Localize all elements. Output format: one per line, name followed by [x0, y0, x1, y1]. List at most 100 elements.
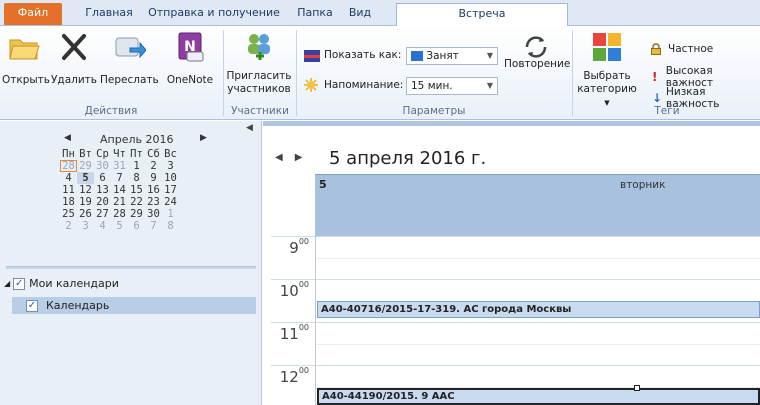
calendar-day[interactable]: 7 [145, 220, 162, 232]
calendar-day[interactable]: 31 [111, 160, 128, 172]
ribbon-separator [572, 30, 573, 116]
prev-day-icon[interactable]: ◀ [275, 152, 295, 163]
tab-file[interactable]: Файл [4, 3, 62, 25]
calendar-day[interactable]: 11 [60, 184, 77, 196]
calendar-day[interactable]: 4 [60, 172, 77, 184]
calendar-day[interactable]: 18 [60, 196, 77, 208]
day-header[interactable]: 5 вторник [315, 174, 760, 236]
next-month-icon[interactable]: ▶ [200, 133, 207, 143]
show-as-dropdown[interactable]: Занят ▼ [406, 47, 498, 65]
calendar-day-selected[interactable]: 5 [77, 172, 94, 184]
calendar-day[interactable]: 29 [77, 160, 94, 172]
calendar-event[interactable]: А40-40716/2015-17-319. АС города Москвы [317, 301, 760, 318]
onenote-button[interactable]: N OneNote [160, 30, 220, 87]
my-calendars-checkbox[interactable]: ✓ [13, 277, 26, 290]
calendar-day[interactable]: 29 [128, 208, 145, 220]
calendar-day[interactable]: 13 [94, 184, 111, 196]
calendar-day[interactable]: 25 [60, 208, 77, 220]
weekday: Сб [147, 148, 160, 160]
calendar-day[interactable]: 3 [77, 220, 94, 232]
delete-button[interactable]: Удалить [50, 30, 98, 87]
chevron-down-icon: ▼ [486, 81, 493, 90]
calendar-day[interactable]: 27 [94, 208, 111, 220]
calendar-checkbox[interactable]: ✓ [26, 299, 38, 312]
half-hour-line [315, 258, 760, 259]
private-toggle[interactable]: Частное [650, 43, 713, 55]
ribbon-tabbar: Файл Главная Отправка и получение Папка … [0, 0, 760, 27]
recurrence-label: Повторение [504, 58, 571, 70]
calendar-day[interactable]: 30 [145, 208, 162, 220]
calendar-day[interactable]: 8 [128, 172, 145, 184]
weekday: Чт [113, 148, 126, 160]
weekday: Ср [96, 148, 109, 160]
calendar-day[interactable]: 23 [145, 196, 162, 208]
calendar-day[interactable]: 24 [162, 196, 179, 208]
calendar-day[interactable]: 26 [77, 208, 94, 220]
next-day-icon[interactable]: ▶ [295, 152, 315, 163]
calendar-day[interactable]: 3 [162, 160, 179, 172]
calendar-day[interactable]: 30 [94, 160, 111, 172]
tab-folder[interactable]: Папка [294, 3, 336, 25]
calendar-day[interactable]: 6 [94, 172, 111, 184]
reminder-dropdown[interactable]: 15 мин. ▼ [406, 77, 498, 95]
calendar-day[interactable]: 16 [145, 184, 162, 196]
delete-label: Удалить [51, 74, 97, 86]
calendar-day[interactable]: 2 [60, 220, 77, 232]
week-row: 2 3 4 5 6 7 8 [60, 220, 179, 232]
invite-label-line1: Пригласить [226, 70, 292, 82]
calendar-day[interactable]: 7 [111, 172, 128, 184]
collapse-triangle-icon: ◢ [4, 279, 11, 288]
tab-home[interactable]: Главная [80, 3, 138, 25]
show-as-icon [304, 50, 320, 62]
tab-meeting[interactable]: Встреча [396, 3, 568, 27]
calendar-day[interactable]: 17 [162, 184, 179, 196]
my-calendars-group[interactable]: ◢ ✓ Мои календари [4, 277, 119, 290]
day-number: 5 [319, 178, 327, 191]
recurrence-button[interactable]: Повторение [504, 30, 571, 87]
calendar-event-selected[interactable]: А40-44190/2015. 9 ААС [317, 388, 760, 405]
hour-line [271, 236, 760, 237]
calendar-day[interactable]: 22 [128, 196, 145, 208]
calendar-day[interactable]: 28 [60, 160, 77, 172]
calendar-day[interactable]: 21 [111, 196, 128, 208]
hour-line [271, 279, 760, 280]
calendar-day[interactable]: 12 [77, 184, 94, 196]
calendar-day[interactable]: 2 [145, 160, 162, 172]
reminder-label: Напоминание: [324, 79, 404, 91]
calendar-day[interactable]: 4 [94, 220, 111, 232]
busy-color-swatch [411, 51, 423, 61]
group-label-tags: Теги [654, 105, 680, 117]
calendar-day[interactable]: 28 [111, 208, 128, 220]
calendar-item[interactable]: ✓ Календарь [12, 297, 256, 314]
forward-button[interactable]: Переслать [100, 30, 159, 87]
day-name: вторник [620, 179, 666, 191]
calendar-day[interactable]: 9 [145, 172, 162, 184]
categorize-label-line1: Выбрать [583, 70, 631, 82]
tab-send-receive[interactable]: Отправка и получение [146, 3, 282, 25]
event-resize-handle[interactable] [634, 385, 640, 391]
hour-line [271, 322, 760, 323]
ribbon-separator [296, 30, 297, 116]
group-label-participants: Участники [231, 105, 289, 117]
collapse-pane-icon[interactable]: ◀ [246, 123, 253, 133]
tab-view[interactable]: Вид [344, 3, 376, 25]
calendar-day[interactable]: 1 [162, 208, 179, 220]
calendar-day[interactable]: 15 [128, 184, 145, 196]
weekday: Вс [164, 148, 177, 160]
calendar-day[interactable]: 5 [111, 220, 128, 232]
open-button[interactable]: Открыть [2, 30, 50, 87]
calendar-day[interactable]: 19 [77, 196, 94, 208]
private-label: Частное [668, 43, 714, 55]
calendar-day[interactable]: 8 [162, 220, 179, 232]
hour-line [271, 365, 760, 366]
calendar-day[interactable]: 6 [128, 220, 145, 232]
calendar-day[interactable]: 20 [94, 196, 111, 208]
calendar-day[interactable]: 10 [162, 172, 179, 184]
reminder-value: 15 мин. [411, 80, 453, 92]
categorize-button[interactable]: Выбрать категорию ▼ [576, 30, 638, 110]
prev-month-icon[interactable]: ◀ [64, 133, 71, 143]
show-as-label: Показать как: [324, 49, 402, 61]
calendar-day[interactable]: 1 [128, 160, 145, 172]
calendar-day[interactable]: 14 [111, 184, 128, 196]
invite-participants-button[interactable]: Пригласить участников [226, 30, 292, 96]
